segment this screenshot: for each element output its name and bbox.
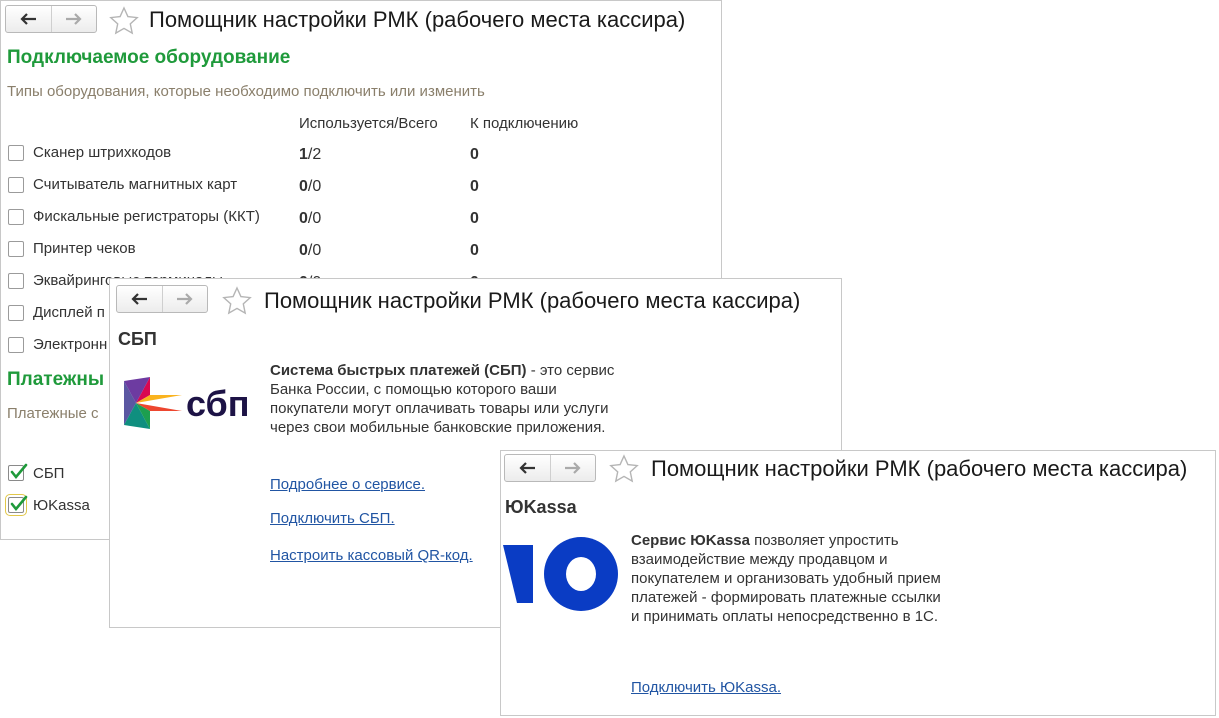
- window-title: Помощник настройки РМК (рабочего места к…: [149, 7, 686, 32]
- link-connect-sbp[interactable]: Подключить СБП.: [270, 510, 395, 527]
- equipment-label: Принтер чеков: [33, 240, 136, 257]
- payment-checkbox-sbp[interactable]: [8, 463, 28, 481]
- section-heading-payments: Платежны: [7, 369, 105, 390]
- window-titlebar: Помощник настройки РМК (рабочего места к…: [110, 279, 841, 319]
- back-button[interactable]: [6, 6, 51, 32]
- arrow-right-icon: [176, 293, 193, 305]
- equipment-checkbox-receipt-printer[interactable]: [8, 241, 24, 257]
- star-outline-icon[interactable]: [609, 454, 639, 484]
- equipment-label: Считыватель магнитных карт: [33, 176, 238, 193]
- navigation-buttons: [504, 454, 596, 482]
- window-title: Помощник настройки РМК (рабочего места к…: [264, 288, 801, 313]
- setup-wizard-window-yukassa: Помощник настройки РМК (рабочего места к…: [500, 450, 1216, 716]
- link-connect-yukassa[interactable]: Подключить ЮKassa.: [631, 679, 781, 696]
- equipment-label: Сканер штрихкодов: [33, 144, 172, 161]
- column-header-used-total: Используется/Всего: [299, 115, 438, 132]
- forward-button[interactable]: [50, 6, 97, 32]
- equipment-hint: Типы оборудования, которые необходимо по…: [7, 83, 485, 100]
- check-icon: [10, 463, 28, 480]
- yukassa-logo-icon: [503, 537, 618, 611]
- equipment-checkbox-customer-display[interactable]: [8, 305, 24, 321]
- equipment-used-total: 0/0: [299, 210, 322, 227]
- column-header-to-connect: К подключению: [470, 115, 579, 132]
- equipment-to-connect: 0: [470, 242, 479, 259]
- window-title: Помощник настройки РМК (рабочего места к…: [651, 456, 1188, 481]
- arrow-left-icon: [519, 462, 536, 474]
- star-outline-icon[interactable]: [222, 286, 252, 316]
- section-title-sbp: СБП: [118, 329, 157, 349]
- sbp-description: Система быстрых платежей (СБП) - это сер…: [270, 362, 615, 436]
- forward-button[interactable]: [161, 286, 208, 312]
- equipment-checkbox-fiscal-registers[interactable]: [8, 209, 24, 225]
- sbp-logo: сбп: [124, 369, 254, 439]
- link-setup-qr-code[interactable]: Настроить кассовый QR-код.: [270, 547, 473, 564]
- section-title-yukassa: ЮKassa: [505, 497, 577, 517]
- arrow-left-icon: [20, 13, 37, 25]
- equipment-to-connect: 0: [470, 146, 479, 163]
- payment-label: ЮKassa: [33, 497, 90, 514]
- equipment-label: Электронн: [33, 336, 108, 353]
- equipment-label: Дисплей п: [33, 304, 105, 321]
- equipment-checkbox-electronic[interactable]: [8, 337, 24, 353]
- check-icon: [10, 495, 28, 512]
- sbp-logo-text: сбп: [186, 383, 250, 424]
- forward-button[interactable]: [549, 455, 596, 481]
- payment-label: СБП: [33, 465, 65, 482]
- equipment-to-connect: 0: [470, 210, 479, 227]
- equipment-used-total: 0/0: [299, 242, 322, 259]
- link-sbp-more-info[interactable]: Подробнее о сервисе.: [270, 476, 425, 493]
- navigation-buttons: [116, 285, 208, 313]
- arrow-left-icon: [131, 293, 148, 305]
- equipment-to-connect: 0: [470, 178, 479, 195]
- equipment-checkbox-acquiring-terminals[interactable]: [8, 273, 24, 289]
- window-titlebar: Помощник настройки РМК (рабочего места к…: [1, 1, 721, 41]
- equipment-used-total: 1/2: [299, 146, 322, 163]
- equipment-checkbox-magnetic-card-reader[interactable]: [8, 177, 24, 193]
- star-outline-icon[interactable]: [109, 6, 139, 36]
- payments-hint: Платежные с: [7, 405, 99, 422]
- back-button[interactable]: [117, 286, 162, 312]
- back-button[interactable]: [505, 455, 550, 481]
- yukassa-description: Сервис ЮKassa позволяет упростить взаимо…: [631, 532, 941, 625]
- navigation-buttons: [5, 5, 97, 33]
- payment-checkbox-yukassa[interactable]: [5, 494, 28, 516]
- section-heading-equipment: Подключаемое оборудование: [7, 47, 291, 68]
- arrow-right-icon: [564, 462, 581, 474]
- window-titlebar: Помощник настройки РМК (рабочего места к…: [501, 451, 1215, 491]
- equipment-used-total: 0/0: [299, 178, 322, 195]
- equipment-checkbox-barcode-scanner[interactable]: [8, 145, 24, 161]
- arrow-right-icon: [65, 13, 82, 25]
- sbp-logo-icon: [124, 377, 182, 429]
- equipment-label: Фискальные регистраторы (ККТ): [33, 208, 260, 225]
